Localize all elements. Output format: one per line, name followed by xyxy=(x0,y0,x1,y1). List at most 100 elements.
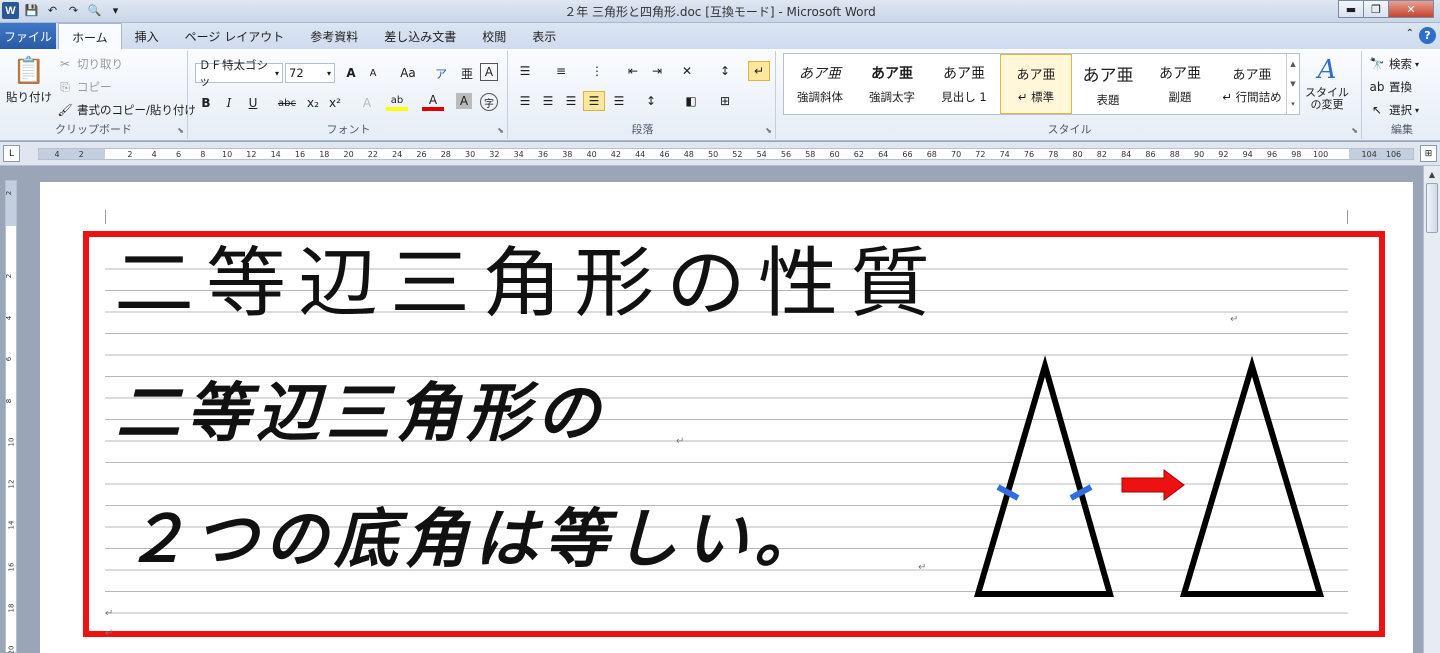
ruler-number: 36 xyxy=(537,150,549,159)
change-case-button[interactable]: Aa xyxy=(394,63,422,83)
ruler-number: 2 xyxy=(127,150,133,159)
horizontal-ruler[interactable]: 4 2 2 4 6 8 10 12 14 16 18 20 22 24 26 28 30 32 34 36 38 40 42… xyxy=(38,148,1414,160)
ruler-number: 68 xyxy=(926,150,937,159)
document-line-1[interactable]: 二等辺三角形の xyxy=(116,382,606,446)
ruler-number: 44 xyxy=(635,150,646,159)
ribbon-tabs: ファイル ホーム 挿入 ページ レイアウト 参考資料 差し込み文書 校閲 表示 … xyxy=(0,23,1440,50)
minimize-ribbon-icon[interactable]: ⌃ xyxy=(1406,28,1414,39)
ruler-number: 94 xyxy=(1242,150,1253,159)
font-color-button[interactable]: A xyxy=(422,93,444,111)
strikethrough-button[interactable]: abc xyxy=(274,93,300,113)
tab-mailings[interactable]: 差し込み文書 xyxy=(371,23,469,49)
styles-launcher-icon[interactable]: ⬊ xyxy=(1351,126,1358,135)
styles-group-label: スタイル xyxy=(1047,123,1092,136)
copy-button[interactable]: ⎘ コピー xyxy=(56,78,111,96)
close-button[interactable]: ✕ xyxy=(1388,0,1434,18)
phonetic-guide-button[interactable]: 亜 xyxy=(456,63,478,83)
ruler-number: 18 xyxy=(319,150,330,159)
show-formatting-marks-icon[interactable]: ↵ xyxy=(748,61,770,81)
select-button[interactable]: ↖ 選択 ▾ xyxy=(1368,101,1419,119)
paste-button[interactable]: 📋 貼り付け xyxy=(6,55,52,105)
document-page[interactable]: 二等辺三角形の性質 ↵ 二等辺三角形の ↵ ２つの底角は等しい。 ↵ ↵ ↵ xyxy=(40,182,1413,653)
ruler-number: 52 xyxy=(732,150,743,159)
format-painter-button[interactable]: 🖌 書式のコピー/貼り付け xyxy=(56,101,196,119)
clear-formatting-button[interactable]: ア xyxy=(430,63,452,83)
tab-insert[interactable]: 挿入 xyxy=(122,23,172,49)
crop-mark xyxy=(105,210,106,224)
tab-home[interactable]: ホーム xyxy=(58,23,122,50)
scroll-up-arrow-icon[interactable]: ▲ xyxy=(1424,166,1440,182)
clipboard-launcher-icon[interactable]: ⬊ xyxy=(177,126,184,135)
shading-icon[interactable]: ◧ xyxy=(680,91,702,111)
ruler-number: 28 xyxy=(440,150,451,159)
replace-button[interactable]: ab 置換 xyxy=(1368,78,1413,96)
ruler-number: 4 xyxy=(151,150,157,159)
font-size-combo[interactable]: 72 ▾ xyxy=(285,63,335,83)
triangles-figure[interactable] xyxy=(970,354,1370,604)
character-border-button[interactable]: A xyxy=(480,63,498,81)
minimize-button[interactable]: ▬ xyxy=(1338,0,1364,18)
paragraph-mark: ↵ xyxy=(105,628,114,639)
find-button[interactable]: 🔭 検索 ▾ xyxy=(1368,55,1420,73)
ruler-number: 70 xyxy=(951,150,962,159)
window-title: ２年 三角形と四角形.doc [互換モード] - Microsoft Word xyxy=(564,5,876,19)
bullets-icon[interactable]: ☰ xyxy=(514,61,536,81)
line-spacing-icon[interactable]: ↕ xyxy=(640,91,662,111)
tab-references[interactable]: 参考資料 xyxy=(297,23,371,49)
tab-file[interactable]: ファイル xyxy=(0,23,56,49)
superscript-button[interactable]: x² xyxy=(324,93,346,113)
numbering-icon[interactable]: ≡ xyxy=(550,61,572,81)
sort-icon[interactable]: ↕ xyxy=(714,61,736,81)
character-shading-button[interactable]: A xyxy=(456,93,472,109)
cut-button[interactable]: ✂ 切り取り xyxy=(56,55,123,73)
restore-button[interactable]: ❐ xyxy=(1363,0,1389,18)
subscript-button[interactable]: x₂ xyxy=(302,93,324,113)
view-ruler-icon[interactable]: ⊞ xyxy=(1420,145,1437,162)
ruler-number: 72 xyxy=(975,150,986,159)
vertical-ruler-top-margin xyxy=(6,181,16,226)
paragraph-launcher-icon[interactable]: ⬊ xyxy=(765,126,772,135)
vertical-ruler-number: 16 xyxy=(7,562,16,571)
font-launcher-icon[interactable]: ⬊ xyxy=(497,126,504,135)
align-left-icon[interactable]: ☰ xyxy=(514,91,536,111)
paragraph-mark: ↵ xyxy=(105,608,114,619)
enclose-characters-button[interactable]: 字 xyxy=(480,93,498,111)
tab-review[interactable]: 校閲 xyxy=(469,23,519,49)
font-size-value: 72 xyxy=(289,66,304,80)
grow-font-button[interactable]: A xyxy=(340,63,362,83)
vertical-ruler-number: 2 xyxy=(5,190,14,196)
ruler-number: 82 xyxy=(1096,150,1107,159)
tab-view[interactable]: 表示 xyxy=(519,23,569,49)
tab-page-layout[interactable]: ページ レイアウト xyxy=(172,23,298,49)
italic-button[interactable]: I xyxy=(218,93,240,113)
font-group-label: フォント xyxy=(326,123,371,136)
justify-icon[interactable]: ☰ xyxy=(583,91,605,111)
help-icon[interactable]: ? xyxy=(1419,27,1436,44)
highlight-button[interactable]: ab xyxy=(386,93,408,111)
text-effects-button[interactable]: A xyxy=(356,93,378,113)
decrease-indent-icon[interactable]: ⇤ xyxy=(622,61,644,81)
underline-button[interactable]: U xyxy=(242,93,264,113)
tab-selector[interactable]: L xyxy=(3,145,20,162)
align-right-icon[interactable]: ☰ xyxy=(560,91,582,111)
borders-icon[interactable]: ⊞ xyxy=(714,91,736,111)
align-center-icon[interactable]: ☰ xyxy=(537,91,559,111)
document-heading[interactable]: 二等辺三角形の性質 xyxy=(114,246,942,322)
increase-indent-icon[interactable]: ⇥ xyxy=(646,61,668,81)
scroll-thumb[interactable] xyxy=(1426,183,1438,233)
ruler-number: 104 xyxy=(1361,150,1377,159)
paste-icon: 📋 xyxy=(12,56,46,86)
bold-button[interactable]: B xyxy=(195,93,217,113)
select-label: 選択 xyxy=(1389,103,1412,117)
ruler-number: 14 xyxy=(270,150,281,159)
document-line-2[interactable]: ２つの底角は等しい。 xyxy=(124,508,824,572)
clipboard-group: 📋 貼り付け ✂ 切り取り ⎘ コピー 🖌 書式のコピー/貼り付け クリップボード ⬊ xyxy=(0,51,196,139)
vertical-scrollbar[interactable]: ▲ xyxy=(1423,166,1440,653)
distributed-icon[interactable]: ☰ xyxy=(608,91,630,111)
asian-layout-icon[interactable]: ✕ xyxy=(676,61,698,81)
shrink-font-button[interactable]: A xyxy=(362,63,384,83)
find-label: 検索 xyxy=(1389,57,1412,71)
multilevel-list-icon[interactable]: ⋮ xyxy=(586,61,608,81)
vertical-ruler[interactable]: 2 2 4 6 8 10 12 14 16 18 20 xyxy=(5,180,17,653)
font-name-combo[interactable]: ＤＦ特太ゴシッ ▾ xyxy=(195,58,283,88)
